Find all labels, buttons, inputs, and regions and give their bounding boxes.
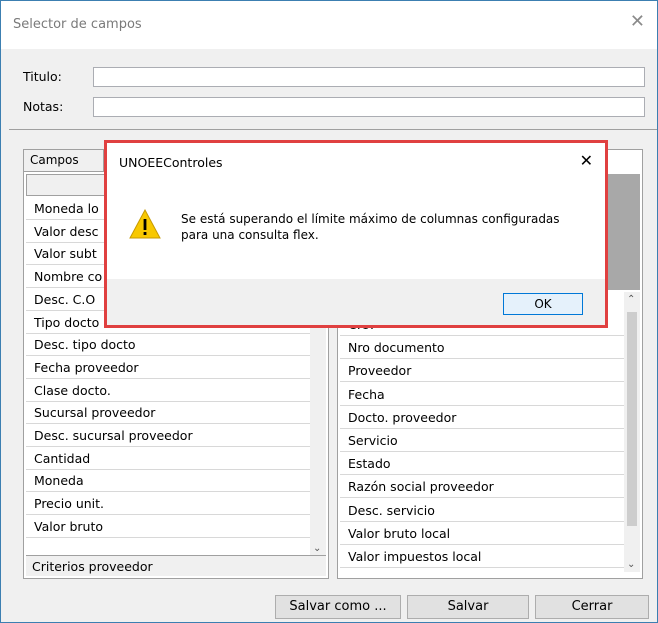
field-list-item[interactable]: Sucursal proveedor: [26, 402, 310, 425]
field-list-item[interactable]: Desc. sucursal proveedor: [26, 425, 310, 447]
field-list-item[interactable]: Moneda: [26, 470, 310, 493]
notas-label: Notas:: [23, 99, 64, 114]
field-list-item[interactable]: Desc. tipo docto: [26, 334, 310, 357]
window-close-icon[interactable]: ✕: [630, 11, 645, 32]
selected-field-item[interactable]: Valor impuestos local: [340, 546, 624, 568]
dialog-message: Se está superando el límite máximo de co…: [181, 211, 560, 243]
field-list-item[interactable]: Cantidad: [26, 448, 310, 470]
selected-field-item[interactable]: Proveedor: [340, 360, 624, 383]
selected-field-item[interactable]: Docto. proveedor: [340, 407, 624, 429]
criterios-label: Criterios proveedor: [32, 559, 153, 574]
window-titlebar: Selector de campos ✕: [1, 1, 657, 49]
close-button[interactable]: Cerrar: [535, 595, 649, 619]
selected-field-item[interactable]: Servicio: [340, 430, 624, 452]
scroll-down-icon[interactable]: ⌄: [313, 543, 321, 554]
ok-button[interactable]: OK: [503, 293, 583, 315]
dialog-message-line2: para una consulta flex.: [181, 228, 319, 242]
selected-field-item[interactable]: Nro documento: [340, 337, 624, 360]
field-list-item[interactable]: Clase docto.: [26, 380, 310, 402]
dialog-message-line1: Se está superando el límite máximo de co…: [181, 212, 560, 226]
selected-field-item[interactable]: Desc. servicio: [340, 500, 624, 522]
right-scroll-thumb[interactable]: [627, 312, 637, 526]
dialog-body: Se está superando el límite máximo de co…: [107, 183, 605, 279]
dialog-title: UNOEEControles: [119, 155, 223, 170]
selected-field-item[interactable]: Fecha: [340, 384, 624, 406]
dialog-titlebar: UNOEEControles ✕: [107, 143, 605, 183]
dialog-close-icon[interactable]: ✕: [580, 151, 593, 170]
window-title: Selector de campos: [13, 17, 142, 32]
selected-field-item[interactable]: Valor bruto local: [340, 523, 624, 545]
save-button[interactable]: Salvar: [407, 595, 529, 619]
save-as-button[interactable]: Salvar como ...: [275, 595, 401, 619]
warning-icon: [129, 209, 161, 239]
titulo-input[interactable]: [93, 67, 645, 87]
scroll-down-icon[interactable]: ⌄: [627, 559, 635, 570]
campos-tab[interactable]: Campos: [24, 150, 104, 172]
criterios-footer[interactable]: Criterios proveedor: [26, 555, 326, 576]
notas-input[interactable]: [93, 97, 645, 117]
titulo-label: Titulo:: [23, 69, 62, 84]
right-scrollbar[interactable]: ⌃ ⌄: [624, 292, 640, 572]
field-list-item[interactable]: Fecha proveedor: [26, 357, 310, 379]
campos-tab-label: Campos: [30, 153, 79, 167]
warning-dialog: UNOEEControles ✕ Se está superando el lí…: [104, 140, 608, 328]
header-form: Titulo: Notas:: [9, 49, 657, 130]
field-list-item[interactable]: Precio unit.: [26, 493, 310, 516]
selected-field-item[interactable]: Razón social proveedor: [340, 476, 624, 499]
selected-field-item[interactable]: Estado: [340, 453, 624, 476]
field-list-item[interactable]: Valor bruto: [26, 516, 310, 538]
scroll-up-icon[interactable]: ⌃: [627, 294, 635, 305]
